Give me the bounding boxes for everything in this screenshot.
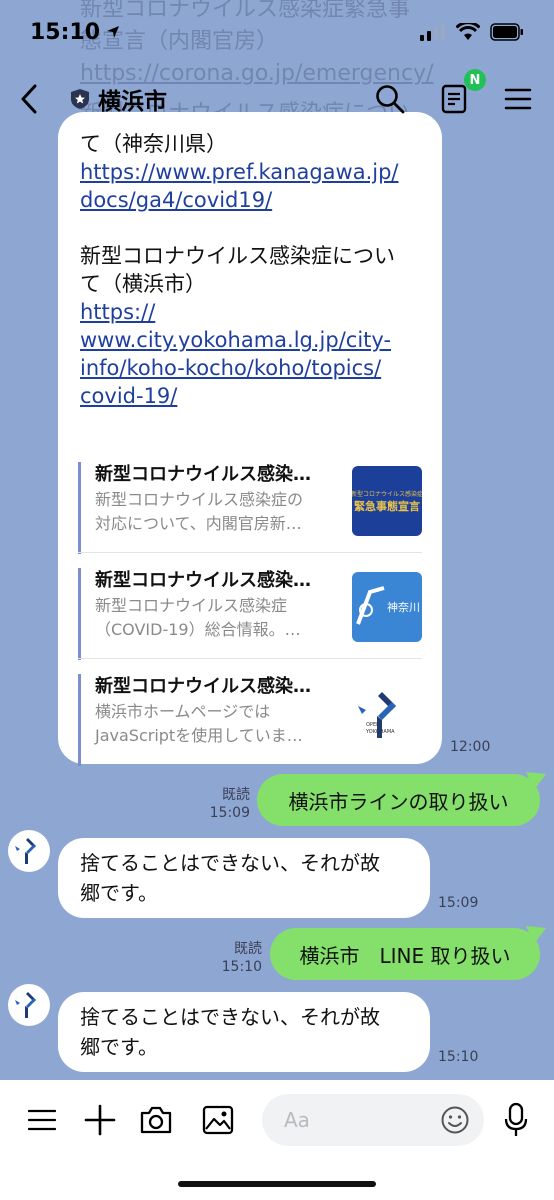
- status-bar: 15:10: [0, 0, 554, 64]
- chat-area[interactable]: 新型コロナウイルス感染症緊急事 態宣言（内閣官房） https://corona…: [0, 0, 554, 1080]
- status-time: 15:10: [30, 19, 101, 45]
- message-input[interactable]: [284, 1108, 424, 1132]
- preview-thumbnail: 神奈川: [352, 572, 422, 642]
- signal-icon: [420, 23, 445, 41]
- link-preview-card[interactable]: 新型コロナウイルス感染… 横浜市ホームページでは JavaScriptを使用して…: [78, 674, 422, 766]
- message-link[interactable]: www.city.yokohama.lg.jp/city-: [80, 326, 420, 354]
- menu-button[interactable]: [502, 83, 534, 115]
- message-bubble-incoming[interactable]: 捨てることはできない、それが故 郷です。: [58, 838, 430, 918]
- message-text: て（神奈川県）: [80, 132, 227, 156]
- preview-title: 新型コロナウイルス感染…: [95, 464, 311, 485]
- camera-button[interactable]: [136, 1100, 176, 1140]
- preview-description: 横浜市ホームページでは: [95, 702, 271, 721]
- menu-toggle-button[interactable]: [22, 1100, 62, 1140]
- preview-thumbnail: OPEN YOKOHAMA: [352, 678, 422, 748]
- new-badge: N: [464, 69, 486, 91]
- preview-description: （COVID-19）総合情報。…: [95, 620, 301, 639]
- wifi-icon: [456, 23, 480, 40]
- preview-title: 新型コロナウイルス感染…: [95, 676, 311, 697]
- message-text: 捨てることはできない、それが故: [80, 851, 380, 875]
- message-text: 横浜市 LINE 取り扱い: [299, 943, 511, 968]
- preview-title: 新型コロナウイルス感染…: [95, 570, 311, 591]
- message-time: 12:00: [450, 739, 491, 755]
- photo-button[interactable]: [198, 1100, 238, 1140]
- chat-header: 横浜市 N: [0, 64, 554, 134]
- message-link[interactable]: https://www.pref.kanagawa.jp/: [80, 158, 420, 186]
- voice-button[interactable]: [496, 1100, 536, 1140]
- read-label: 既読: [234, 941, 262, 957]
- open-yokohama-logo-icon: [358, 692, 396, 738]
- message-input-box[interactable]: [262, 1094, 484, 1146]
- message-text: 横浜市ラインの取り扱い: [288, 789, 509, 814]
- microphone-icon: [504, 1102, 528, 1136]
- message-bubble-incoming[interactable]: て（神奈川県） https://www.pref.kanagawa.jp/ do…: [58, 112, 442, 766]
- plus-icon: [84, 1104, 116, 1136]
- message-time: 15:10: [221, 959, 262, 975]
- message-bubble-outgoing[interactable]: 横浜市 LINE 取り扱い: [270, 928, 540, 980]
- message-link[interactable]: docs/ga4/covid19/: [80, 186, 420, 214]
- home-indicator[interactable]: [178, 1181, 376, 1187]
- open-yokohama-logo-icon: [15, 992, 36, 1018]
- message-text: 郷です。: [80, 881, 158, 905]
- preview-description: 新型コロナウイルス感染症: [95, 596, 288, 615]
- message-time: 15:09: [438, 895, 479, 911]
- hamburger-menu-icon: [504, 88, 532, 110]
- message-text: て（横浜市）: [80, 272, 206, 296]
- message-text: 新型コロナウイルス感染症につい: [80, 244, 395, 268]
- read-receipt: 既読 15:10: [212, 940, 262, 976]
- image-icon: [202, 1105, 234, 1135]
- official-account-shield-icon: [71, 89, 89, 109]
- thumbnail-text: YOKOHAMA: [366, 729, 395, 735]
- message-link[interactable]: covid-19/: [80, 382, 420, 410]
- open-yokohama-logo-icon: [15, 838, 36, 864]
- thumbnail-text: OPEN: [366, 722, 380, 728]
- preview-description: 新型コロナウイルス感染症の: [95, 490, 304, 509]
- battery-icon: [490, 23, 523, 41]
- notes-button[interactable]: N: [438, 69, 486, 115]
- thumbnail-text: 新型コロナウイルス感染症: [352, 490, 422, 498]
- read-label: 既読: [222, 787, 250, 803]
- message-bubble-incoming[interactable]: 捨てることはできない、それが故 郷です。: [58, 992, 430, 1072]
- message-bubble-outgoing[interactable]: 横浜市ラインの取り扱い: [257, 774, 540, 826]
- preview-thumbnail: 新型コロナウイルス感染症 緊急事態宣言: [352, 466, 422, 536]
- avatar[interactable]: [8, 984, 50, 1026]
- read-receipt: 既読 15:09: [200, 786, 250, 822]
- chat-title[interactable]: 横浜市: [70, 82, 167, 116]
- avatar[interactable]: [8, 830, 50, 872]
- message-text: 捨てることはできない、それが故: [80, 1005, 380, 1029]
- back-button[interactable]: [20, 79, 50, 119]
- message-time: 15:09: [209, 805, 250, 821]
- chevron-left-icon: [21, 84, 37, 114]
- camera-icon: [140, 1106, 172, 1134]
- message-time: 15:10: [438, 1049, 479, 1065]
- link-preview-card[interactable]: 新型コロナウイルス感染… 新型コロナウイルス感染症の 対応について、内閣官房新……: [78, 462, 422, 554]
- notes-icon: [441, 84, 467, 114]
- page-title: 横浜市: [98, 89, 167, 115]
- kanagawa-logo-icon: [356, 586, 385, 625]
- link-preview-card[interactable]: 新型コロナウイルス感染… 新型コロナウイルス感染症 （COVID-19）総合情報…: [78, 568, 422, 660]
- hamburger-menu-icon: [28, 1109, 56, 1131]
- thumbnail-text: 神奈川: [387, 601, 420, 614]
- search-icon: [376, 85, 405, 114]
- location-arrow-icon: [107, 26, 120, 38]
- preview-description: 対応について、内閣官房新…: [95, 514, 302, 533]
- emoji-icon[interactable]: [440, 1105, 470, 1135]
- search-button[interactable]: [374, 83, 406, 115]
- divider: [78, 552, 422, 553]
- message-link[interactable]: https://: [80, 298, 420, 326]
- add-button[interactable]: [80, 1100, 120, 1140]
- message-text: 郷です。: [80, 1035, 158, 1059]
- preview-description: JavaScriptを使用していま…: [95, 726, 303, 745]
- divider: [78, 658, 422, 659]
- thumbnail-text: 緊急事態宣言: [354, 499, 420, 513]
- message-link[interactable]: info/koho-kocho/koho/topics/: [80, 354, 420, 382]
